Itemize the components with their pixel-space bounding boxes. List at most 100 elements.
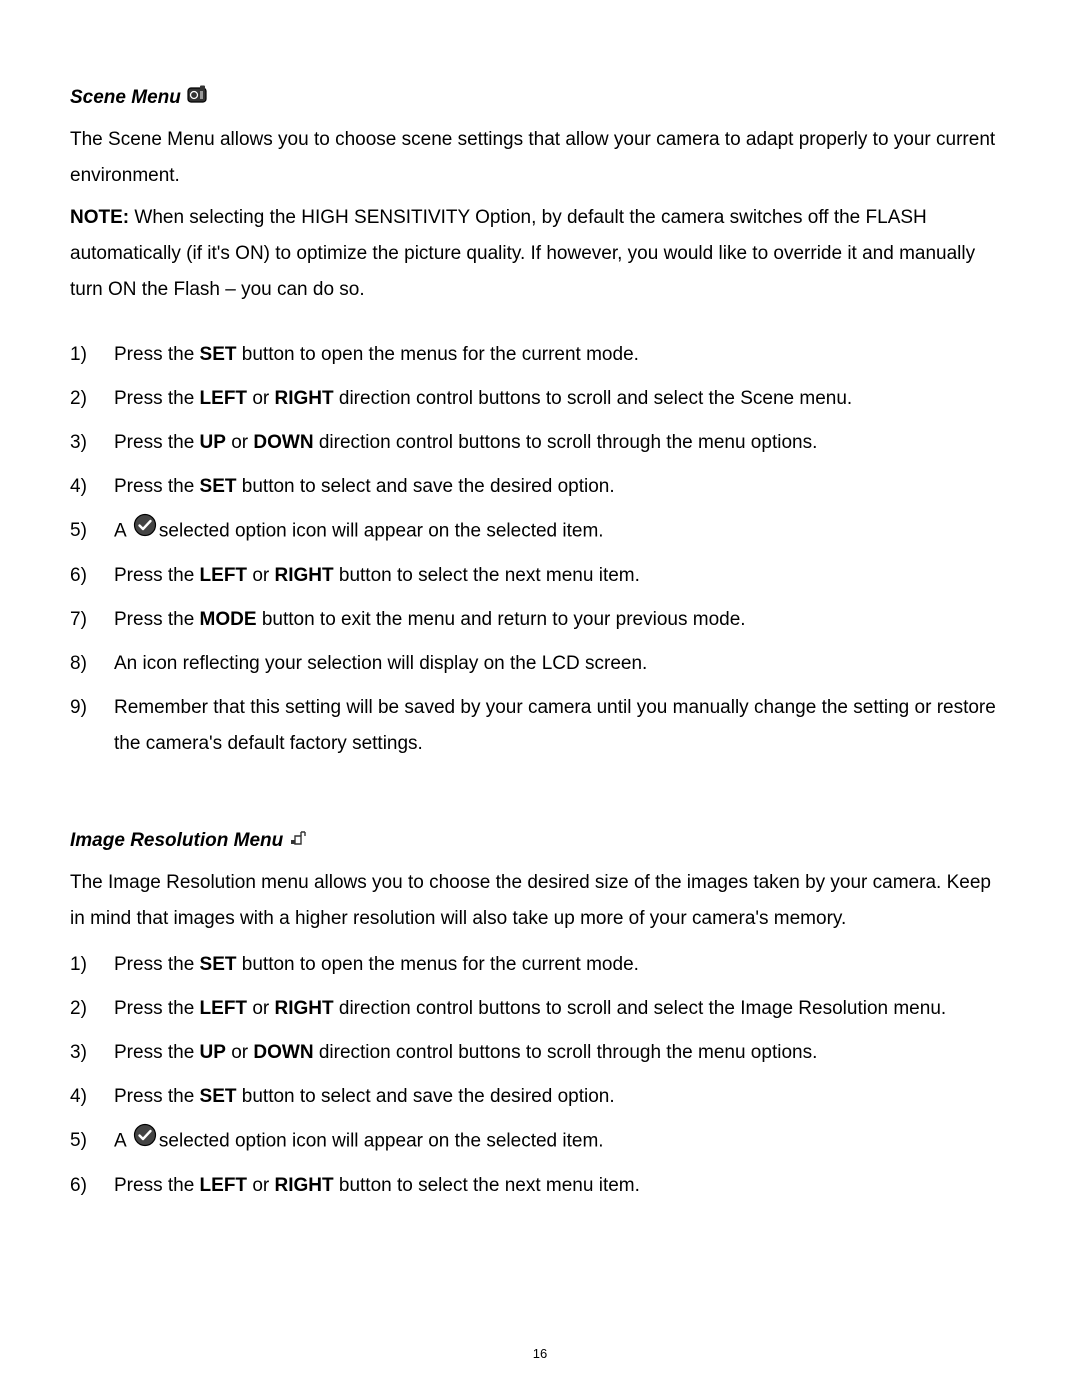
text: selected option icon will appear on the … xyxy=(159,521,604,542)
list-content: Press the LEFT or RIGHT direction contro… xyxy=(114,991,1010,1027)
text: or xyxy=(226,1042,253,1063)
bold-text: UP xyxy=(200,1042,226,1063)
list-number: 9) xyxy=(70,690,114,726)
text: A xyxy=(114,521,131,542)
scene-item: 7)Press the MODE button to exit the menu… xyxy=(70,602,1010,638)
bold-text: DOWN xyxy=(253,1042,313,1063)
list-number: 1) xyxy=(70,947,114,983)
text: direction control buttons to scroll and … xyxy=(334,998,947,1019)
text: selected option icon will appear on the … xyxy=(159,1131,604,1152)
note-text: When selecting the HIGH SENSITIVITY Opti… xyxy=(70,207,975,300)
scene-note: NOTE: When selecting the HIGH SENSITIVIT… xyxy=(70,200,1010,308)
list-content: Remember that this setting will be saved… xyxy=(114,690,1010,762)
bold-text: UP xyxy=(200,432,226,453)
page-number: 16 xyxy=(533,1342,547,1367)
text: or xyxy=(247,565,274,586)
text: button to select and save the desired op… xyxy=(237,476,615,497)
list-content: An icon reflecting your selection will d… xyxy=(114,646,1010,682)
resolution-heading-text: Image Resolution Menu xyxy=(70,823,283,859)
resolution-icon xyxy=(289,823,307,859)
list-content: Press the UP or DOWN direction control b… xyxy=(114,1035,1010,1071)
text: or xyxy=(247,1175,274,1196)
text: button to open the menus for the current… xyxy=(237,954,639,975)
scene-item: 9)Remember that this setting will be sav… xyxy=(70,690,1010,762)
scene-item: 2)Press the LEFT or RIGHT direction cont… xyxy=(70,381,1010,417)
text: Press the xyxy=(114,1175,200,1196)
scene-icon xyxy=(187,80,207,116)
list-number: 7) xyxy=(70,602,114,638)
text: An icon reflecting your selection will d… xyxy=(114,653,647,674)
scene-list: 1)Press the SET button to open the menus… xyxy=(70,337,1010,763)
list-number: 5) xyxy=(70,1123,114,1159)
scene-heading-text: Scene Menu xyxy=(70,80,181,116)
scene-heading: Scene Menu xyxy=(70,80,207,116)
list-number: 4) xyxy=(70,1079,114,1115)
note-label: NOTE: xyxy=(70,207,129,228)
list-content: Press the SET button to open the menus f… xyxy=(114,337,1010,373)
scene-item: 8)An icon reflecting your selection will… xyxy=(70,646,1010,682)
resolution-item: 6)Press the LEFT or RIGHT button to sele… xyxy=(70,1168,1010,1204)
resolution-menu-section: Image Resolution Menu The Image Resoluti… xyxy=(70,823,1010,1205)
text: Press the xyxy=(114,344,200,365)
bold-text: RIGHT xyxy=(275,565,334,586)
list-content: Press the SET button to select and save … xyxy=(114,469,1010,505)
text: button to select the next menu item. xyxy=(334,565,640,586)
bold-text: LEFT xyxy=(200,1175,248,1196)
text: Press the xyxy=(114,432,200,453)
bold-text: LEFT xyxy=(200,388,248,409)
text: or xyxy=(226,432,253,453)
scene-item: 5)A selected option icon will appear on … xyxy=(70,513,1010,550)
resolution-item: 2)Press the LEFT or RIGHT direction cont… xyxy=(70,991,1010,1027)
scene-item: 1)Press the SET button to open the menus… xyxy=(70,337,1010,373)
bold-text: SET xyxy=(200,954,237,975)
list-content: A selected option icon will appear on th… xyxy=(114,513,1010,550)
list-number: 6) xyxy=(70,558,114,594)
resolution-heading: Image Resolution Menu xyxy=(70,823,307,859)
list-number: 4) xyxy=(70,469,114,505)
list-content: Press the MODE button to exit the menu a… xyxy=(114,602,1010,638)
text: Press the xyxy=(114,998,200,1019)
bold-text: RIGHT xyxy=(275,388,334,409)
text: direction control buttons to scroll thro… xyxy=(314,432,818,453)
scene-intro: The Scene Menu allows you to choose scen… xyxy=(70,122,1010,194)
text: A xyxy=(114,1131,131,1152)
text: or xyxy=(247,998,274,1019)
text: Press the xyxy=(114,609,200,630)
bold-text: SET xyxy=(200,476,237,497)
check-icon xyxy=(133,1123,157,1160)
resolution-item: 1)Press the SET button to open the menus… xyxy=(70,947,1010,983)
list-number: 3) xyxy=(70,1035,114,1071)
text: direction control buttons to scroll thro… xyxy=(314,1042,818,1063)
text: Remember that this setting will be saved… xyxy=(114,697,996,754)
resolution-item: 5)A selected option icon will appear on … xyxy=(70,1123,1010,1160)
bold-text: MODE xyxy=(200,609,257,630)
scene-item: 3)Press the UP or DOWN direction control… xyxy=(70,425,1010,461)
text: Press the xyxy=(114,954,200,975)
resolution-item: 3)Press the UP or DOWN direction control… xyxy=(70,1035,1010,1071)
list-content: A selected option icon will appear on th… xyxy=(114,1123,1010,1160)
text: Press the xyxy=(114,388,200,409)
list-number: 1) xyxy=(70,337,114,373)
text: or xyxy=(247,388,274,409)
list-content: Press the LEFT or RIGHT button to select… xyxy=(114,558,1010,594)
bold-text: LEFT xyxy=(200,998,248,1019)
list-content: Press the LEFT or RIGHT direction contro… xyxy=(114,381,1010,417)
bold-text: DOWN xyxy=(253,432,313,453)
list-content: Press the UP or DOWN direction control b… xyxy=(114,425,1010,461)
list-content: Press the SET button to select and save … xyxy=(114,1079,1010,1115)
scene-menu-section: Scene Menu The Scene Menu allows you to … xyxy=(70,80,1010,763)
list-number: 5) xyxy=(70,513,114,549)
list-number: 3) xyxy=(70,425,114,461)
bold-text: RIGHT xyxy=(275,1175,334,1196)
list-content: Press the SET button to open the menus f… xyxy=(114,947,1010,983)
text: direction control buttons to scroll and … xyxy=(334,388,853,409)
scene-item: 6)Press the LEFT or RIGHT button to sele… xyxy=(70,558,1010,594)
check-icon xyxy=(133,513,157,550)
list-number: 6) xyxy=(70,1168,114,1204)
bold-text: LEFT xyxy=(200,565,248,586)
list-number: 2) xyxy=(70,991,114,1027)
resolution-intro: The Image Resolution menu allows you to … xyxy=(70,865,1010,937)
text: Press the xyxy=(114,1086,200,1107)
list-number: 2) xyxy=(70,381,114,417)
text: Press the xyxy=(114,1042,200,1063)
